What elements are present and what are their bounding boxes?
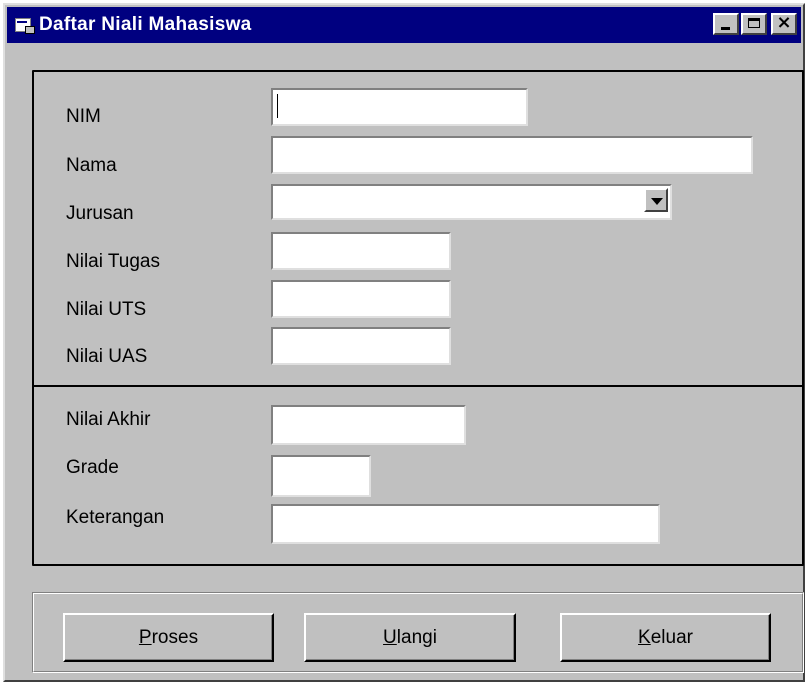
nim-field[interactable]	[271, 88, 528, 126]
nama-field[interactable]	[271, 136, 753, 174]
jurusan-dropdown-button[interactable]	[644, 188, 668, 212]
jurusan-combobox[interactable]	[271, 184, 672, 220]
frame-divider	[32, 385, 804, 387]
keluar-label: eluar	[650, 626, 693, 648]
close-button[interactable]: ×	[771, 13, 797, 35]
nilai-uas-field[interactable]	[271, 327, 451, 365]
proses-accel-key: P	[138, 626, 152, 648]
dropdown-arrow-icon	[651, 198, 663, 205]
nilai-tugas-field[interactable]	[271, 232, 451, 270]
close-icon: ×	[776, 12, 792, 33]
jurusan-label: Jurusan	[66, 203, 134, 224]
keterangan-field[interactable]	[271, 504, 660, 544]
ulangi-label: langi	[396, 626, 437, 648]
maximize-icon	[748, 18, 760, 28]
proses-label: roses	[151, 626, 199, 648]
grade-field[interactable]	[271, 455, 371, 497]
minimize-button[interactable]	[713, 13, 739, 35]
nama-label: Nama	[66, 155, 117, 176]
nilai-uts-label: Nilai UTS	[66, 299, 147, 320]
maximize-button[interactable]	[741, 13, 767, 35]
nilai-akhir-field[interactable]	[271, 405, 466, 445]
title-bar[interactable]: Daftar Niali Mahasiswa ×	[7, 7, 801, 43]
nim-label: NIM	[66, 106, 101, 127]
ulangi-button[interactable]: Ulangi	[304, 613, 516, 662]
keluar-button[interactable]: Keluar	[560, 613, 771, 662]
nilai-akhir-label: Nilai Akhir	[66, 409, 151, 430]
main-window: Daftar Niali Mahasiswa × NIM Nama Jurusa…	[3, 3, 805, 682]
ulangi-accel-key: U	[383, 626, 397, 648]
nilai-uas-label: Nilai UAS	[66, 346, 148, 367]
window-title: Daftar Niali Mahasiswa	[39, 14, 252, 35]
minimize-icon	[721, 27, 730, 30]
proses-button[interactable]: Proses	[63, 613, 274, 662]
keluar-accel-key: K	[638, 626, 651, 648]
nilai-uts-field[interactable]	[271, 280, 451, 318]
text-caret	[277, 94, 278, 118]
app-window-icon[interactable]	[13, 15, 35, 35]
grade-label: Grade	[66, 457, 119, 478]
keterangan-label: Keterangan	[66, 507, 165, 528]
nilai-tugas-label: Nilai Tugas	[66, 251, 160, 272]
